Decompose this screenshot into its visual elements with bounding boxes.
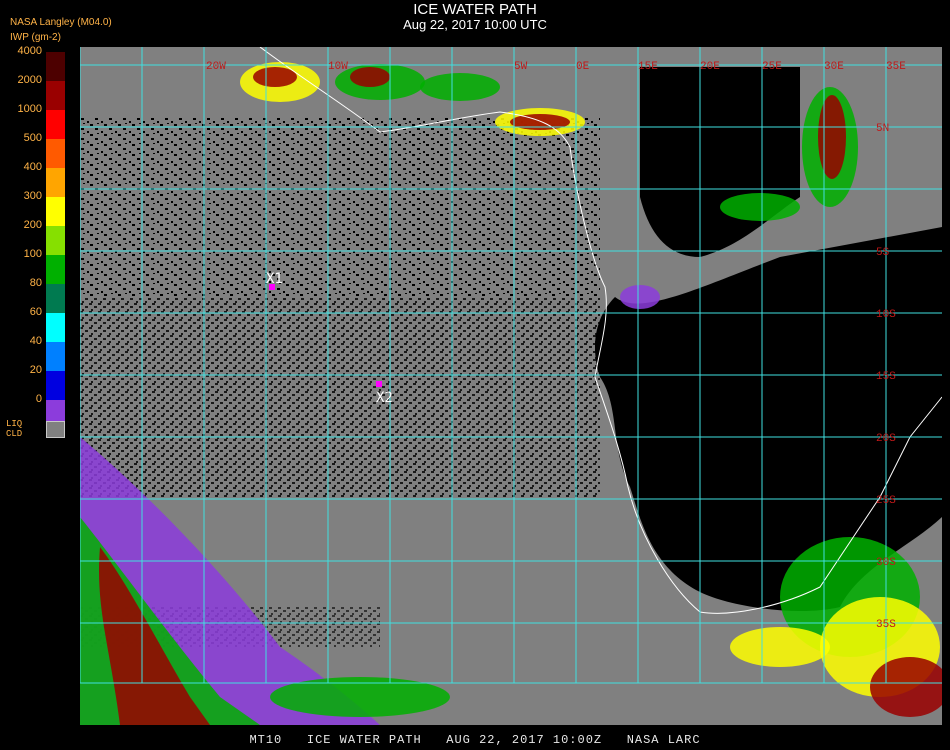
legend-swatch bbox=[46, 284, 65, 313]
latitude-label: 5N bbox=[876, 123, 889, 135]
longitude-label: 20W bbox=[206, 61, 226, 73]
latitude-label: 30S bbox=[876, 557, 896, 569]
legend-swatch bbox=[46, 81, 65, 110]
marker-dot bbox=[376, 381, 382, 387]
marker-label: X2 bbox=[376, 390, 393, 406]
longitude-label: 30E bbox=[824, 61, 844, 73]
footer-caption: MT10 ICE WATER PATH AUG 22, 2017 10:00Z … bbox=[249, 733, 701, 747]
legend-swatch bbox=[46, 313, 65, 342]
legend-swatch bbox=[46, 139, 65, 168]
latitude-label: 35S bbox=[876, 619, 896, 631]
map-title: ICE WATER PATH bbox=[413, 1, 537, 18]
latitude-label: 10S bbox=[876, 309, 896, 321]
map-timestamp: Aug 22, 2017 10:00 UTC bbox=[403, 17, 547, 32]
scattered-clear-sky-north bbox=[80, 117, 600, 297]
legend-label: 20 bbox=[29, 364, 42, 376]
liquid-cloud-swatch bbox=[46, 421, 65, 438]
longitude-label: 0E bbox=[576, 61, 590, 73]
longitude-label: 15E bbox=[638, 61, 658, 73]
legend-swatch bbox=[46, 110, 65, 139]
longitude-label: 25E bbox=[762, 61, 782, 73]
longitude-label: 5W bbox=[514, 61, 528, 73]
source-label: NASA Langley (M04.0) bbox=[10, 17, 112, 28]
legend-label: 1000 bbox=[17, 103, 42, 115]
legend-label: 80 bbox=[29, 277, 42, 289]
legend-swatch bbox=[46, 168, 65, 197]
units-label: IWP (gm-2) bbox=[10, 32, 61, 43]
latitude-label: 20S bbox=[876, 433, 896, 445]
color-legend: 4000 2000 1000 500 400 300 200 100 80 60 40 20 0 bbox=[0, 45, 75, 445]
liquid-cloud-label: LIQ CLD bbox=[6, 419, 22, 439]
legend-swatch bbox=[46, 226, 65, 255]
scattered-clear-sky-central bbox=[80, 297, 600, 497]
legend-label: 60 bbox=[29, 306, 42, 318]
legend-label: 300 bbox=[23, 190, 42, 202]
legend-label: 500 bbox=[23, 132, 42, 144]
legend-swatch bbox=[46, 342, 65, 371]
legend-label: 4000 bbox=[17, 45, 42, 57]
legend-label: 40 bbox=[29, 335, 42, 347]
legend-label: 200 bbox=[23, 219, 42, 231]
liquid-cloud-label-line2: CLD bbox=[6, 429, 23, 439]
longitude-label: 35E bbox=[886, 61, 906, 73]
latitude-label: 5S bbox=[876, 247, 890, 259]
legend-label: 400 bbox=[23, 161, 42, 173]
legend-swatch bbox=[46, 52, 65, 81]
legend-swatch bbox=[46, 371, 65, 400]
latitude-label: 25S bbox=[876, 495, 896, 507]
liquid-cloud-label-line1: LIQ bbox=[6, 419, 23, 429]
longitude-label: 10W bbox=[328, 61, 348, 73]
latitude-label: 15S bbox=[876, 371, 896, 383]
satellite-map: 20W 10W 5W 0E 15E 20E 25E 30E 35E 5N 5S 10S 15S 20S 25… bbox=[80, 47, 942, 725]
marker-label: X1 bbox=[266, 271, 283, 287]
legend-swatch bbox=[46, 197, 65, 226]
longitude-label: 20E bbox=[700, 61, 720, 73]
legend-label: 2000 bbox=[17, 74, 42, 86]
legend-label: 100 bbox=[23, 248, 42, 260]
legend-label: 0 bbox=[35, 393, 42, 405]
legend-swatch bbox=[46, 255, 65, 284]
